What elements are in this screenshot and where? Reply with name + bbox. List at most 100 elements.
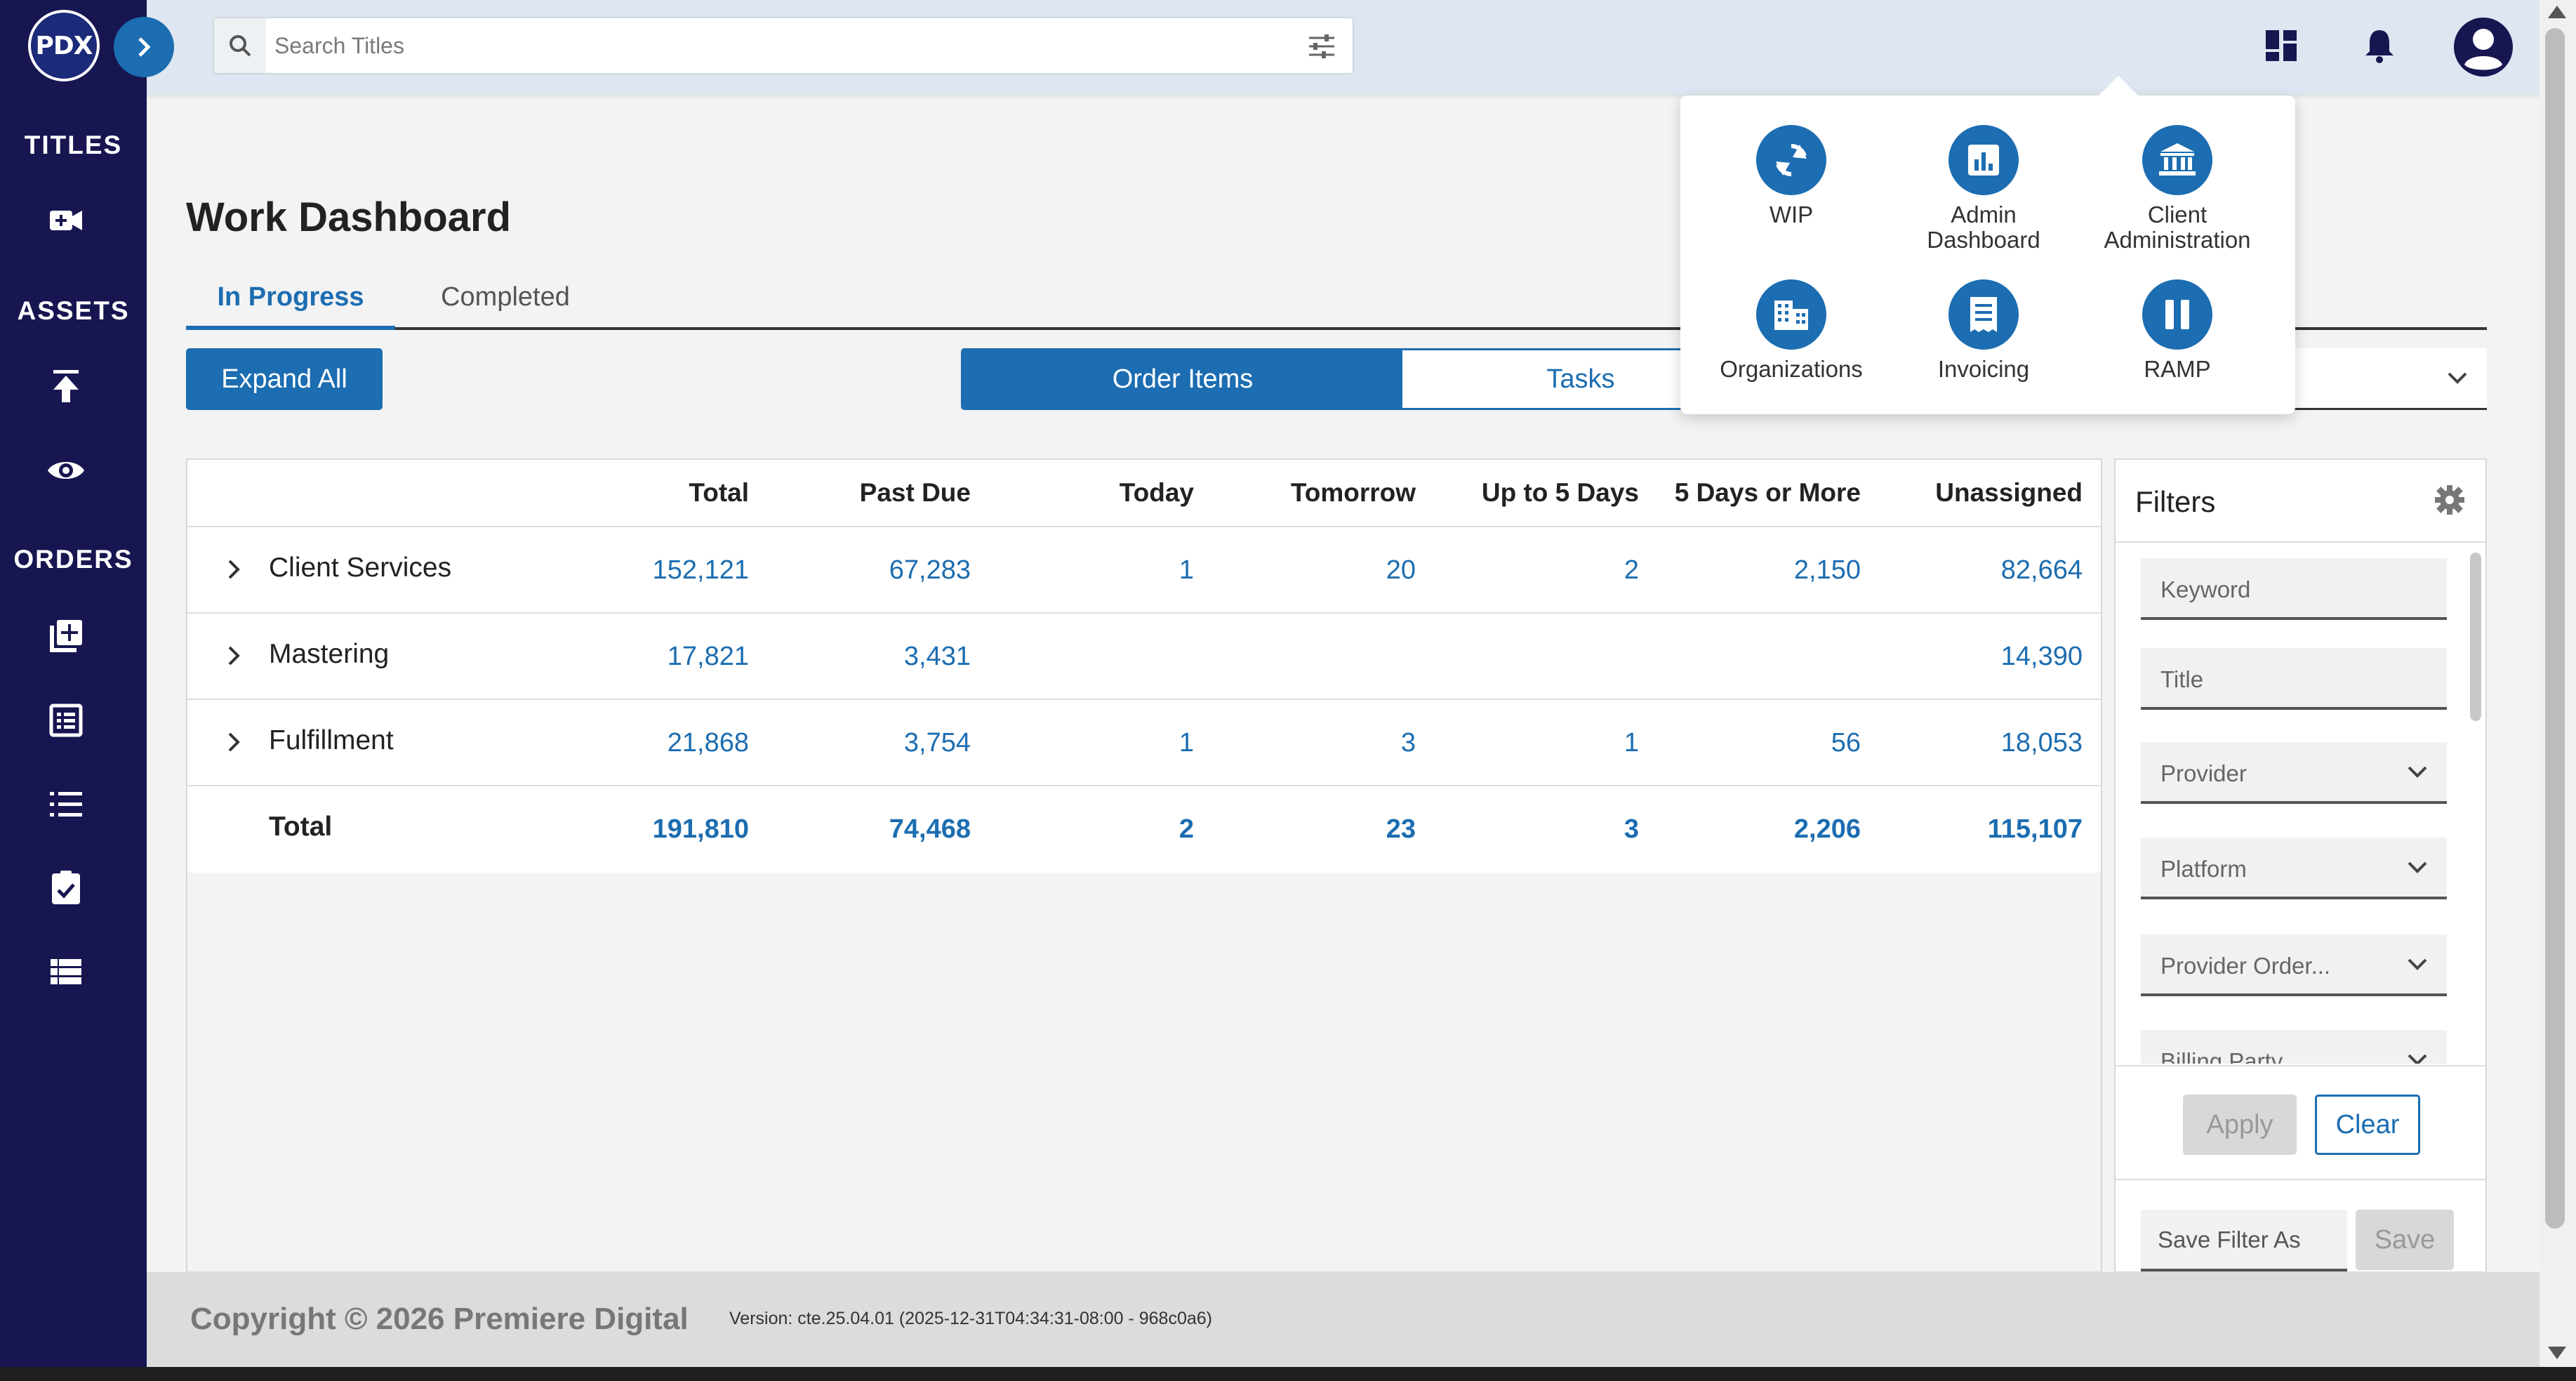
cell-up-to-5-days[interactable]: 1 — [1624, 728, 1639, 758]
sidebar: PDX TITLES ASSETS ORDERS — [0, 0, 147, 1367]
title-field[interactable]: Title — [2141, 648, 2447, 710]
cell-today[interactable]: 2 — [1179, 814, 1194, 845]
app-organizations[interactable]: Organizations — [1700, 279, 1883, 382]
pdx-logo[interactable]: PDX — [28, 10, 100, 81]
col-total: Total — [689, 478, 749, 507]
library-add-icon[interactable] — [46, 616, 86, 656]
keyword-field[interactable]: Keyword — [2141, 558, 2447, 620]
cell-unassigned[interactable]: 14,390 — [2001, 642, 2083, 672]
app-menu-arrow — [2096, 76, 2141, 98]
user-avatar-icon[interactable] — [2452, 15, 2515, 79]
cell-tomorrow[interactable]: 20 — [1386, 555, 1416, 586]
search-input[interactable] — [274, 27, 1257, 65]
cell-past-due[interactable]: 3,431 — [904, 642, 971, 672]
scroll-down-arrow-icon[interactable] — [2548, 1347, 2566, 1359]
window-scrollbar-thumb[interactable] — [2545, 28, 2565, 1229]
notifications-bell-icon[interactable] — [2355, 21, 2404, 70]
eye-icon[interactable] — [46, 451, 86, 490]
cell-up-to-5-days[interactable]: 2 — [1624, 555, 1639, 586]
save-filter-as-field[interactable]: Save Filter As — [2141, 1210, 2347, 1271]
cell-unassigned[interactable]: 115,107 — [1988, 814, 2083, 845]
search-options-icon[interactable] — [1306, 31, 1337, 62]
chevron-down-icon — [2408, 766, 2427, 778]
clipboard-check-icon[interactable] — [46, 868, 86, 907]
table-row[interactable]: Mastering 17,821 3,431 14,390 — [187, 614, 2101, 700]
page-title: Work Dashboard — [186, 194, 512, 240]
receipt-icon — [1948, 279, 2019, 350]
chevron-right-icon[interactable] — [221, 557, 246, 582]
app-admin-dashboard[interactable]: Admin Dashboard — [1892, 125, 2075, 253]
cell-unassigned[interactable]: 82,664 — [2001, 555, 2083, 586]
billing-party-select[interactable]: Billing Party — [2141, 1030, 2447, 1064]
list-alt-icon[interactable] — [46, 701, 86, 740]
scroll-up-arrow-icon[interactable] — [2548, 6, 2566, 18]
sync-icon — [1756, 125, 1826, 195]
search-icon[interactable] — [214, 18, 266, 73]
provider-label: Provider — [2160, 760, 2247, 786]
cell-tomorrow[interactable]: 3 — [1401, 728, 1416, 758]
gear-icon[interactable] — [2434, 484, 2466, 516]
cell-total[interactable]: 152,121 — [653, 555, 749, 586]
cell-total[interactable]: 191,810 — [653, 814, 749, 845]
col-tomorrow: Tomorrow — [1290, 478, 1416, 507]
footer: Copyright © 2026 Premiere Digital Versio… — [147, 1272, 2540, 1367]
app-label: Invoicing — [1937, 356, 2030, 382]
cell-today[interactable]: 1 — [1179, 728, 1194, 758]
chevron-down-icon — [2408, 861, 2427, 873]
bank-icon — [2142, 125, 2212, 195]
copyright-text: Copyright © 2026 Premiere Digital — [190, 1302, 689, 1336]
filters-header: Filters — [2116, 460, 2485, 543]
cell-5-days-or-more[interactable]: 2,206 — [1794, 814, 1861, 845]
chevron-right-icon[interactable] — [221, 729, 246, 755]
cell-past-due[interactable]: 74,468 — [889, 814, 971, 845]
work-summary-table: Total Past Due Today Tomorrow Up to 5 Da… — [186, 458, 2102, 1273]
window-bottom-edge — [0, 1367, 2576, 1381]
app-invoicing[interactable]: Invoicing — [1892, 279, 2075, 382]
upload-icon[interactable] — [46, 366, 86, 406]
table-header: Total Past Due Today Tomorrow Up to 5 Da… — [187, 460, 2101, 527]
cell-unassigned[interactable]: 18,053 — [2001, 728, 2083, 758]
row-name: Total — [269, 812, 333, 842]
cell-5-days-or-more[interactable]: 56 — [1831, 728, 1861, 758]
video-add-icon[interactable] — [46, 201, 86, 240]
expand-all-button[interactable]: Expand All — [186, 348, 383, 410]
platform-label: Platform — [2160, 856, 2247, 882]
cell-5-days-or-more[interactable]: 2,150 — [1794, 555, 1861, 586]
sidebar-section-orders: ORDERS — [13, 545, 133, 574]
clear-button[interactable]: Clear — [2315, 1095, 2420, 1155]
table-row[interactable]: Client Services 152,121 67,283 1 20 2 2,… — [187, 527, 2101, 614]
row-name: Fulfillment — [269, 725, 394, 755]
chevron-right-icon[interactable] — [221, 643, 246, 668]
billing-party-label: Billing Party — [2160, 1048, 2283, 1064]
cell-total[interactable]: 21,868 — [668, 728, 749, 758]
save-filter-button[interactable]: Save — [2356, 1210, 2454, 1270]
cell-total[interactable]: 17,821 — [668, 642, 749, 672]
cell-tomorrow[interactable]: 23 — [1386, 814, 1416, 845]
toggle-order-items[interactable]: Order Items — [963, 350, 1402, 408]
cell-up-to-5-days[interactable]: 3 — [1624, 814, 1639, 845]
app-label: RAMP — [2144, 356, 2211, 382]
cell-past-due[interactable]: 67,283 — [889, 555, 971, 586]
apps-grid-icon[interactable] — [2257, 21, 2306, 70]
logo-text: PDX — [35, 31, 93, 60]
provider-select[interactable]: Provider — [2141, 742, 2447, 804]
view-list-icon[interactable] — [46, 952, 86, 991]
apply-button[interactable]: Apply — [2183, 1095, 2297, 1155]
tab-completed[interactable]: Completed — [404, 282, 607, 330]
expand-sidebar-button[interactable] — [114, 17, 174, 77]
table-row[interactable]: Fulfillment 21,868 3,754 1 3 1 56 18,053 — [187, 700, 2101, 786]
platform-select[interactable]: Platform — [2141, 838, 2447, 899]
cell-past-due[interactable]: 3,754 — [904, 728, 971, 758]
provider-order-label: Provider Order... — [2160, 953, 2331, 979]
col-past-due: Past Due — [859, 478, 971, 507]
provider-order-select[interactable]: Provider Order... — [2141, 934, 2447, 996]
app-label: Organizations — [1720, 356, 1863, 382]
filters-panel: Filters Keyword Title Provider Platform … — [2114, 458, 2487, 1273]
app-ramp[interactable]: RAMP — [2086, 279, 2269, 382]
cell-today[interactable]: 1 — [1179, 555, 1194, 586]
numbered-list-icon[interactable] — [46, 785, 86, 824]
app-wip[interactable]: WIP — [1700, 125, 1883, 227]
version-text: Version: cte.25.04.01 (2025-12-31T04:34:… — [729, 1309, 1212, 1328]
tab-in-progress[interactable]: In Progress — [186, 282, 395, 330]
app-client-administration[interactable]: Client Administration — [2086, 125, 2269, 253]
